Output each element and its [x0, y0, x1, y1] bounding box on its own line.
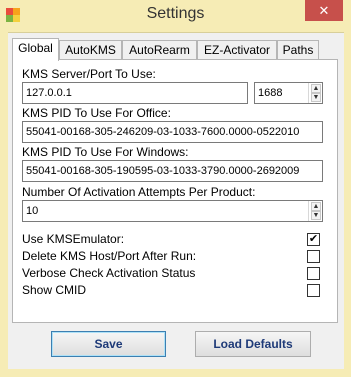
verbose-check-checkbox[interactable] — [307, 267, 320, 280]
delete-kms-host-label: Delete KMS Host/Port After Run: — [22, 249, 197, 263]
spin-down-icon[interactable]: ▼ — [311, 93, 321, 102]
spin-down-icon[interactable]: ▼ — [311, 211, 321, 220]
check-icon: ✔ — [308, 233, 319, 245]
window-title: Settings — [146, 5, 205, 22]
tab-autokms[interactable]: AutoKMS — [59, 40, 122, 60]
tab-autorearm[interactable]: AutoRearm — [122, 40, 197, 60]
tab-ez-activator[interactable]: EZ-Activator — [197, 40, 277, 60]
close-icon: ✕ — [318, 3, 330, 18]
delete-kms-host-checkbox[interactable] — [307, 250, 320, 263]
kms-port-value: 1688 — [258, 87, 283, 99]
settings-client-area: Global AutoKMS AutoRearm EZ-Activator Pa… — [8, 32, 344, 369]
pid-office-input[interactable]: 55041-00168-305-246209-03-1033-7600.0000… — [22, 121, 323, 143]
use-kmsemulator-checkbox[interactable]: ✔ — [307, 233, 320, 246]
kms-server-input[interactable]: 127.0.0.1 — [22, 82, 248, 104]
pid-office-label: KMS PID To Use For Office: — [22, 106, 171, 120]
spin-up-icon[interactable]: ▲ — [311, 202, 321, 211]
attempts-spinner: ▲ ▼ — [308, 201, 322, 221]
pid-windows-label: KMS PID To Use For Windows: — [22, 145, 189, 159]
pid-windows-input[interactable]: 55041-00168-305-190595-03-1033-3790.0000… — [22, 160, 323, 182]
attempts-spinbox[interactable]: 10 ▲ ▼ — [22, 200, 323, 222]
kms-port-spinner: ▲ ▼ — [308, 83, 322, 103]
use-kmsemulator-label: Use KMSEmulator: — [22, 232, 125, 246]
tab-global[interactable]: Global — [12, 38, 59, 61]
global-tab-panel: KMS Server/Port To Use: 127.0.0.1 1688 ▲… — [12, 59, 338, 323]
attempts-value: 10 — [26, 205, 39, 217]
attempts-label: Number Of Activation Attempts Per Produc… — [22, 185, 256, 199]
spin-up-icon[interactable]: ▲ — [311, 84, 321, 93]
title-bar: Settings ✕ — [0, 0, 351, 32]
kms-server-label: KMS Server/Port To Use: — [22, 67, 156, 81]
verbose-check-label: Verbose Check Activation Status — [22, 266, 196, 280]
load-defaults-button[interactable]: Load Defaults — [195, 331, 311, 357]
close-button[interactable]: ✕ — [305, 0, 343, 21]
show-cmid-checkbox[interactable] — [307, 284, 320, 297]
save-button[interactable]: Save — [51, 331, 166, 357]
tab-paths[interactable]: Paths — [277, 40, 319, 60]
show-cmid-label: Show CMID — [22, 283, 87, 297]
kms-port-spinbox[interactable]: 1688 ▲ ▼ — [254, 82, 323, 104]
